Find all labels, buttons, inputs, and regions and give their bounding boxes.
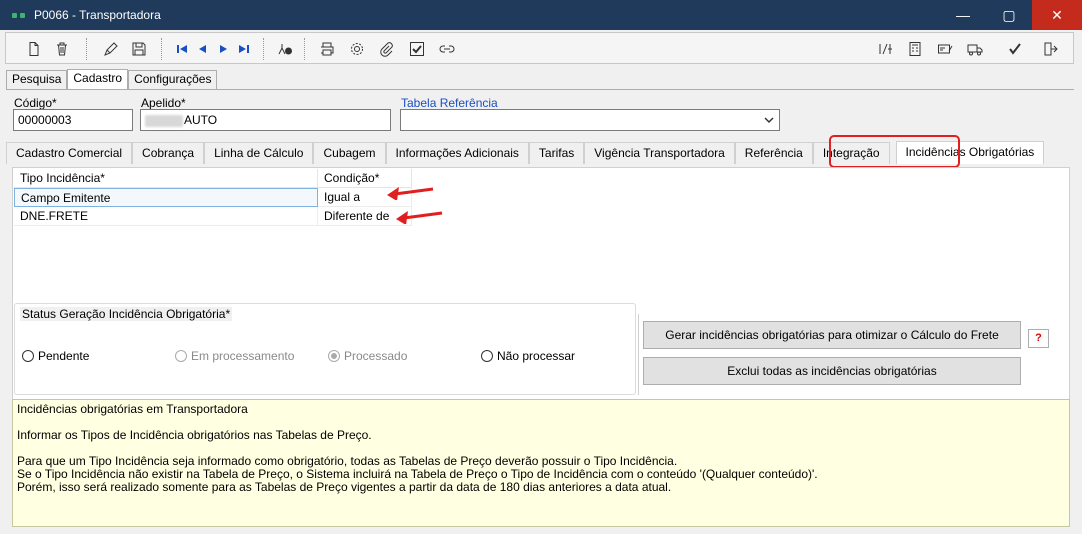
red-arrow-annotation xyxy=(387,187,434,200)
tab-cubagem[interactable]: Cubagem xyxy=(313,142,386,164)
close-button[interactable]: ✕ xyxy=(1032,0,1082,30)
save-icon[interactable] xyxy=(128,38,150,60)
tab-tarifas[interactable]: Tarifas xyxy=(528,142,585,164)
red-arrow-annotation xyxy=(396,211,443,224)
window-edge xyxy=(1075,64,1082,534)
next-record-icon[interactable] xyxy=(212,38,234,60)
card-icon[interactable] xyxy=(934,38,956,60)
delete-icon[interactable] xyxy=(51,38,73,60)
toolbar-separator xyxy=(86,38,87,60)
exit-icon[interactable] xyxy=(1039,38,1061,60)
info-line: Porém, isso será realizado somente para … xyxy=(17,480,672,494)
grid-cell-tipo[interactable]: Campo Emitente xyxy=(14,188,318,207)
search-icon[interactable] xyxy=(274,38,296,60)
radio-label: Em processamento xyxy=(191,349,295,363)
chevron-down-icon xyxy=(764,117,774,124)
grid-cell-tipo[interactable]: DNE.FRETE xyxy=(14,207,318,226)
maximize-button[interactable]: ▢ xyxy=(986,0,1032,30)
codigo-label: Código* xyxy=(14,96,57,110)
top-tabs: Pesquisa Cadastro Configurações xyxy=(6,69,218,89)
info-line: Incidências obrigatórias em Transportado… xyxy=(17,402,248,416)
formula-icon[interactable] xyxy=(874,38,896,60)
redacted-text xyxy=(145,114,183,127)
highlight-annotation xyxy=(829,135,960,168)
toolbar-separator xyxy=(161,38,162,60)
tab-vigencia-transportadora[interactable]: Vigência Transportadora xyxy=(584,142,735,164)
tab-cadastro-comercial[interactable]: Cadastro Comercial xyxy=(6,142,133,164)
radio-label: Pendente xyxy=(38,349,90,363)
radio-processado[interactable]: Processado xyxy=(328,349,407,363)
radio-nao-processar[interactable]: Não processar xyxy=(481,349,575,363)
tab-referencia[interactable]: Referência xyxy=(734,142,813,164)
settings-icon[interactable] xyxy=(346,38,368,60)
minimize-button[interactable]: — xyxy=(940,0,986,30)
toolbar-separator xyxy=(263,38,264,60)
new-doc-icon[interactable] xyxy=(23,38,45,60)
attach-icon[interactable] xyxy=(375,38,397,60)
toolbar-separator xyxy=(304,38,305,60)
edit-icon[interactable] xyxy=(100,38,122,60)
tab-linha-de-calculo[interactable]: Linha de Cálculo xyxy=(204,142,314,164)
tab-informacoes-adicionais[interactable]: Informações Adicionais xyxy=(385,142,529,164)
confirm-icon[interactable] xyxy=(1004,38,1026,60)
info-line: Informar os Tipos de Incidência obrigató… xyxy=(17,428,372,442)
tabela-referencia-select[interactable] xyxy=(400,109,780,131)
radio-em-processamento[interactable]: Em processamento xyxy=(175,349,294,363)
link-icon[interactable] xyxy=(436,38,458,60)
status-group-label: Status Geração Incidência Obrigatória* xyxy=(20,307,233,321)
info-panel: Incidências obrigatórias em Transportado… xyxy=(12,399,1070,527)
tab-cadastro[interactable]: Cadastro xyxy=(67,69,129,89)
truck-icon[interactable] xyxy=(964,38,986,60)
window-title: P0066 - Transportadora xyxy=(34,8,161,22)
first-record-icon[interactable] xyxy=(171,38,193,60)
radio-button-icon xyxy=(328,350,340,362)
apelido-value: AUTO xyxy=(184,113,218,127)
tab-cobranca[interactable]: Cobrança xyxy=(132,142,205,164)
tabela-referencia-label: Tabela Referência xyxy=(401,96,498,110)
title-bar: P0066 - Transportadora — ▢ ✕ xyxy=(0,0,1082,30)
tab-configuracoes[interactable]: Configurações xyxy=(128,70,218,89)
gerar-incidencias-button[interactable]: Gerar incidências obrigatórias para otim… xyxy=(643,321,1021,349)
print-icon[interactable] xyxy=(316,38,338,60)
prev-record-icon[interactable] xyxy=(192,38,214,60)
codigo-field[interactable]: 00000003 xyxy=(13,109,133,131)
grid-header-tipo[interactable]: Tipo Incidência* xyxy=(14,169,318,188)
excluir-incidencias-button[interactable]: Exclui todas as incidências obrigatórias xyxy=(643,357,1021,385)
radio-button-icon xyxy=(481,350,493,362)
check-icon[interactable] xyxy=(406,38,428,60)
help-button[interactable]: ? xyxy=(1028,329,1049,348)
last-record-icon[interactable] xyxy=(233,38,255,60)
radio-label: Não processar xyxy=(497,349,576,363)
app-icon xyxy=(12,12,28,18)
tab-pesquisa[interactable]: Pesquisa xyxy=(6,70,68,89)
toolbar xyxy=(5,32,1074,64)
radio-pendente[interactable]: Pendente xyxy=(22,349,89,363)
calculator-icon[interactable] xyxy=(904,38,926,60)
radio-label: Processado xyxy=(344,349,408,363)
apelido-label: Apelido* xyxy=(141,96,186,110)
radio-button-icon xyxy=(175,350,187,362)
apelido-field[interactable]: AUTO xyxy=(140,109,391,131)
radio-button-icon xyxy=(22,350,34,362)
